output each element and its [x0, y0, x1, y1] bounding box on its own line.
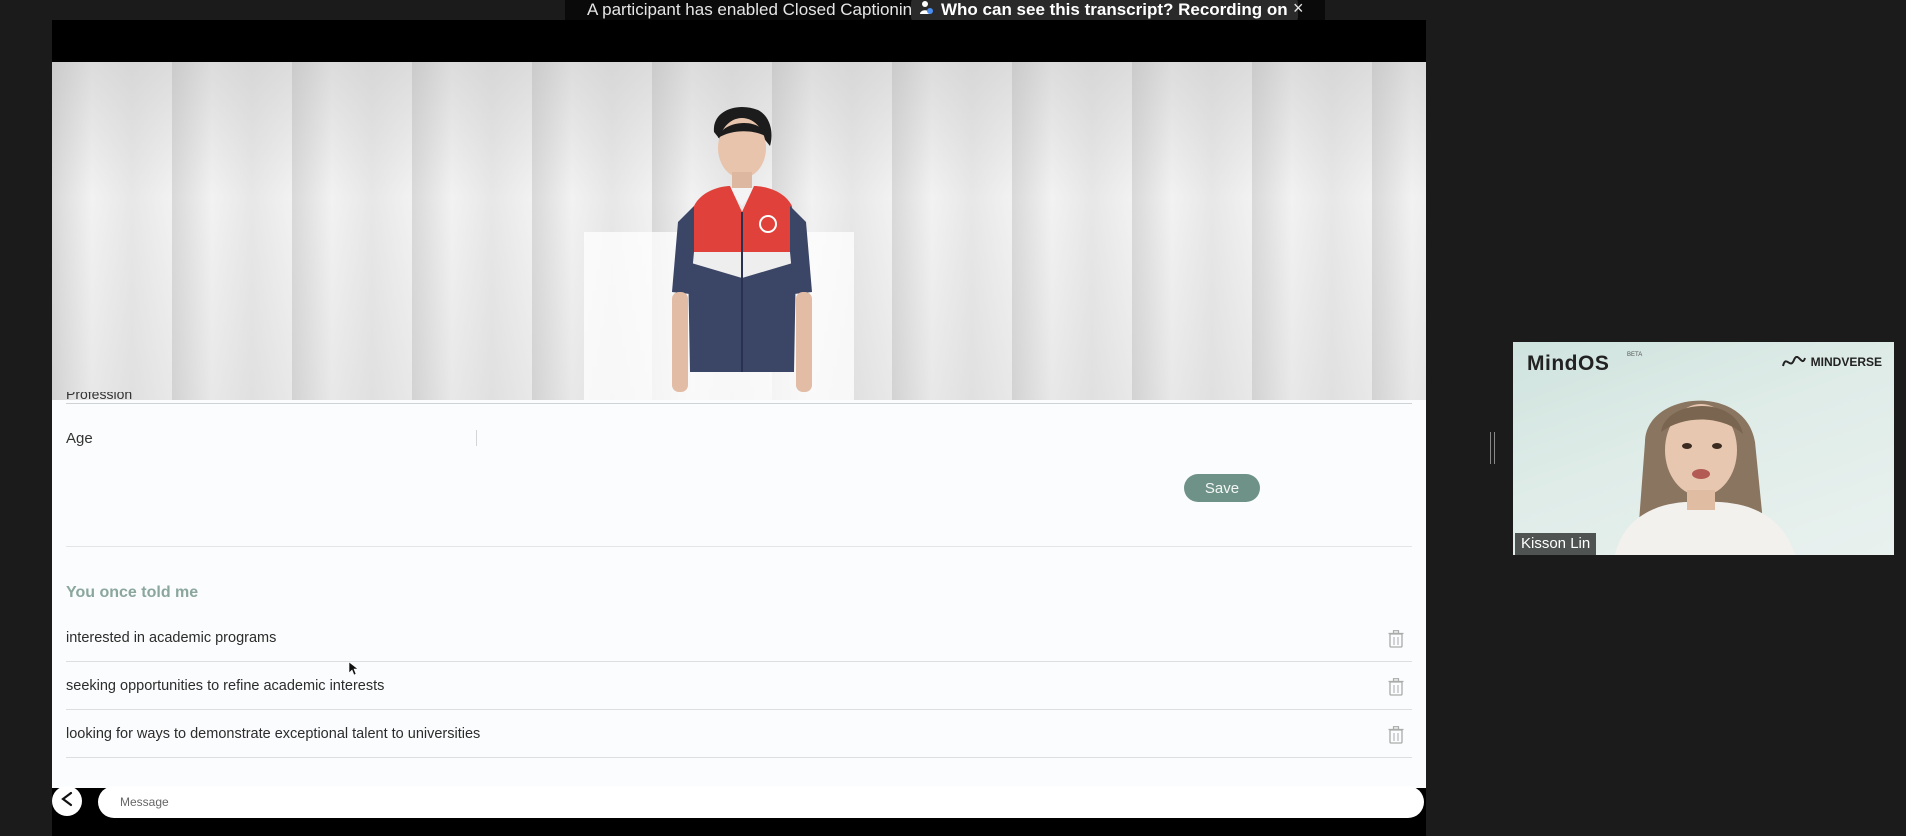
- memory-text: seeking opportunities to refine academic…: [66, 678, 385, 694]
- shared-screen: Profession Age Save You once told me int…: [52, 20, 1426, 836]
- chevron-left-icon: [60, 791, 74, 812]
- trash-icon[interactable]: [1388, 726, 1404, 744]
- message-input[interactable]: [98, 786, 1424, 818]
- beta-badge: BETA: [1627, 352, 1643, 358]
- back-button[interactable]: [52, 786, 82, 816]
- mindos-logo: MindOS: [1527, 352, 1610, 375]
- avatar-scene: [52, 62, 1426, 400]
- close-icon[interactable]: ×: [1293, 0, 1304, 18]
- divider: [66, 403, 1412, 404]
- save-button[interactable]: Save: [1184, 474, 1260, 502]
- profile-panel: Profession Age Save You once told me int…: [52, 392, 1426, 788]
- age-label: Age: [66, 430, 93, 447]
- age-input-caret[interactable]: [476, 430, 477, 446]
- memories-title: You once told me: [66, 584, 199, 601]
- trash-icon[interactable]: [1388, 678, 1404, 696]
- caption-banner: A participant has enabled Closed Caption…: [565, 0, 1325, 23]
- divider: [66, 757, 1412, 758]
- mindverse-mark-icon: [1781, 356, 1806, 367]
- mouse-cursor-icon: [348, 661, 359, 681]
- participant-name: Kisson Lin: [1515, 533, 1597, 555]
- participant-video[interactable]: MindOS BETA MINDVERSE Kisson Lin: [1513, 342, 1894, 555]
- transcript-notice-text: Who can see this transcript? Recording o…: [941, 0, 1288, 19]
- mindverse-logo: MINDVERSE: [1781, 355, 1882, 369]
- avatar-figure: [642, 102, 842, 400]
- trash-icon[interactable]: [1388, 630, 1404, 648]
- person-info-icon: [919, 0, 933, 21]
- list-item: interested in academic programs: [66, 614, 1412, 662]
- memory-text: looking for ways to demonstrate exceptio…: [66, 726, 481, 742]
- list-item: looking for ways to demonstrate exceptio…: [66, 710, 1412, 758]
- memory-text: interested in academic programs: [66, 630, 277, 646]
- divider: [66, 546, 1412, 547]
- profession-label: Profession: [66, 392, 133, 402]
- participant-person: [1605, 372, 1805, 555]
- list-item: seeking opportunities to refine academic…: [66, 662, 1412, 710]
- cc-notice: A participant has enabled Closed Caption…: [587, 0, 922, 19]
- panel-resize-handle[interactable]: [1490, 432, 1495, 464]
- mindverse-text: MINDVERSE: [1810, 355, 1882, 369]
